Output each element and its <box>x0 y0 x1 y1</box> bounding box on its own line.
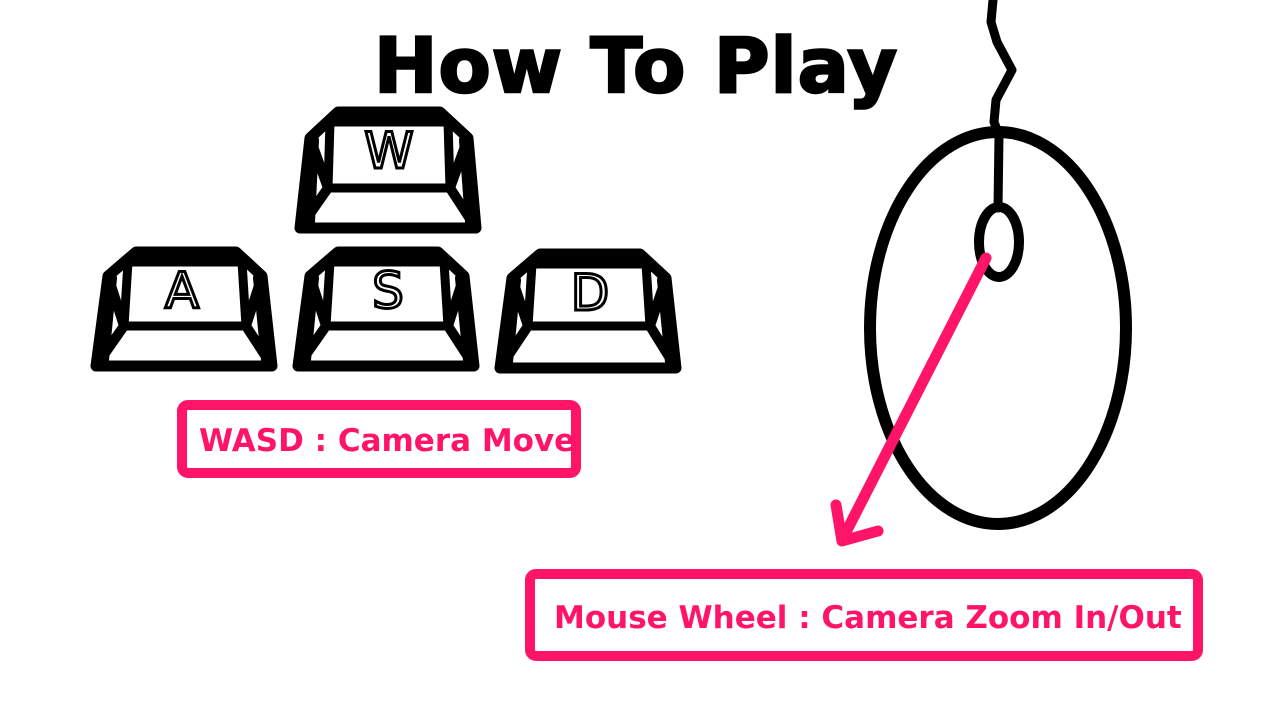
key-d-label: D <box>571 264 610 322</box>
mouse-cord <box>986 0 1017 213</box>
mouse-icon <box>864 0 1132 530</box>
key-s-label: S <box>372 262 404 320</box>
wasd-control-label: WASD : Camera Move <box>177 400 581 478</box>
wasd-label-text: WASD : Camera Move <box>199 423 575 459</box>
page-title: How To Play <box>374 21 898 110</box>
key-w-label: W <box>364 122 413 180</box>
how-to-play-screen: How To Play W A S D WASD: Camera Move M… <box>90 0 1203 661</box>
pointer-arrow-icon <box>830 252 992 547</box>
key-a-label: A <box>165 262 199 320</box>
mouse-wheel-control-label: Mouse Wheel : Camera Zoom In/Out <box>525 569 1203 661</box>
key-s: S <box>292 246 480 372</box>
key-d: D <box>494 248 682 374</box>
mouse-wheel-label-text: Mouse Wheel : Camera Zoom In/Out <box>554 600 1182 636</box>
key-a: A <box>90 246 278 372</box>
key-w: W <box>294 106 482 234</box>
wasd-keys-icon: W A S D <box>90 106 682 374</box>
